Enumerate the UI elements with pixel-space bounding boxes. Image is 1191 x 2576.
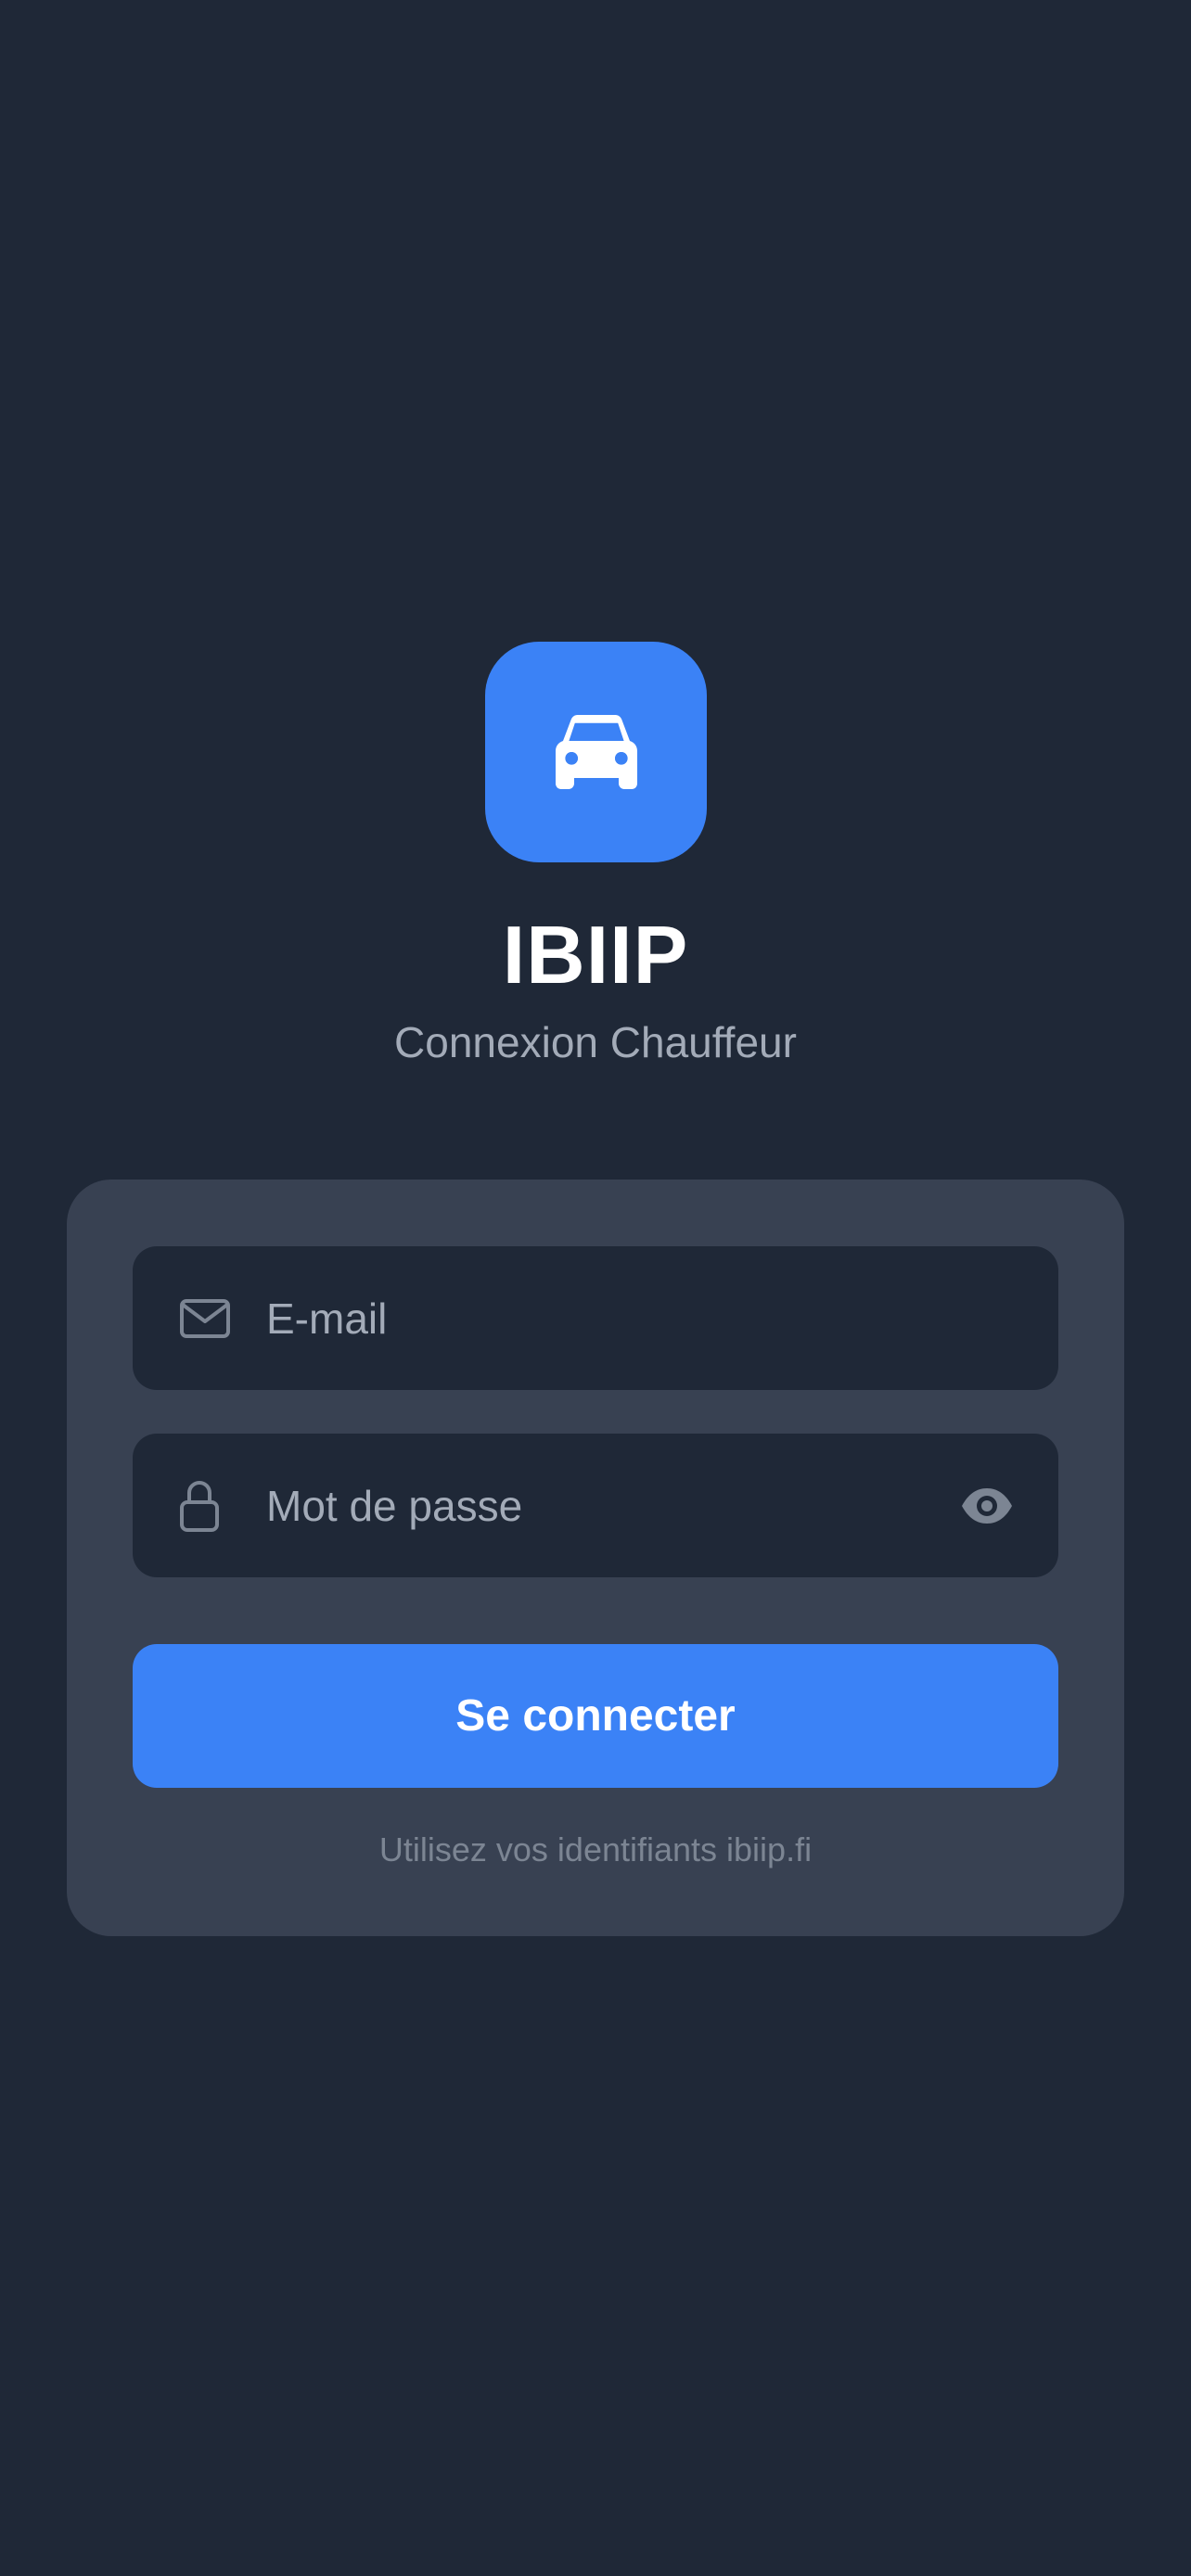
login-hint: Utilisez vos identifiants ibiip.fi [378, 1830, 813, 1868]
email-field[interactable] [133, 1246, 1058, 1390]
login-button[interactable]: Se connecter [133, 1644, 1058, 1788]
app-subtitle: Connexion Chauffeur [394, 1018, 797, 1066]
login-card: Se connecter Utilisez vos identifiants i… [67, 1180, 1124, 1936]
password-field[interactable] [133, 1434, 1058, 1577]
email-input[interactable] [266, 1246, 971, 1390]
car-icon [555, 715, 637, 789]
eye-icon[interactable] [960, 1487, 1014, 1524]
envelope-icon [179, 1298, 231, 1339]
lock-icon [179, 1479, 220, 1533]
password-input[interactable] [266, 1434, 971, 1577]
app-logo [485, 642, 707, 862]
app-title: IBIIP [502, 909, 689, 1001]
